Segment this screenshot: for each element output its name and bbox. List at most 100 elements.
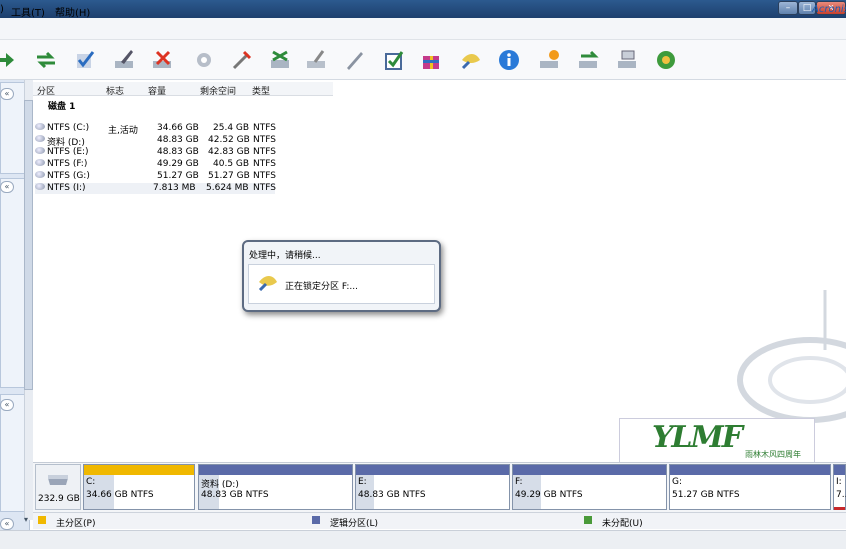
scissors-icon[interactable] xyxy=(268,48,292,72)
partition-capacity: 48.83 GB xyxy=(157,135,199,145)
hard-disk-illustration xyxy=(737,290,846,423)
table-row[interactable]: NTFS (G:) 51.27 GB 51.27 GB NTFS xyxy=(35,171,276,181)
partition-capacity: 34.66 GB xyxy=(157,123,199,133)
pen-icon[interactable] xyxy=(343,48,367,72)
partition-type-bar xyxy=(670,465,830,475)
column-capacity[interactable]: 容量 xyxy=(148,84,166,97)
watermark-subtitle: 雨林木风四周年 xyxy=(745,450,801,459)
check-tool-icon[interactable] xyxy=(73,48,97,72)
gear-plus-icon[interactable] xyxy=(192,48,216,72)
partition-icon xyxy=(35,159,45,166)
partition-type-bar xyxy=(84,465,194,475)
legend-unallocated: 未分配(U) xyxy=(602,519,643,529)
partition-block-g[interactable] xyxy=(669,464,831,510)
checkbox-icon[interactable] xyxy=(382,48,406,72)
partition-size: 51.27 GB NTFS xyxy=(672,490,740,500)
partition-capacity: 49.29 GB xyxy=(157,159,199,169)
legend-logical-swatch xyxy=(312,516,320,524)
partition-name: NTFS (I:) xyxy=(47,183,86,193)
column-flag[interactable]: 标志 xyxy=(106,84,124,97)
legend-logical: 逻辑分区(L) xyxy=(330,519,379,529)
column-free-space[interactable]: 剩余空间 xyxy=(200,84,236,97)
partition-type-bar xyxy=(513,465,666,475)
partition-icon xyxy=(35,135,45,142)
disk-label: 磁盘 1 xyxy=(48,102,76,112)
partition-name: NTFS (C:) xyxy=(47,123,90,133)
partition-size: 34.66 GB NTFS xyxy=(86,490,154,500)
menu-help[interactable]: 帮助(H) xyxy=(55,4,90,19)
info-icon[interactable] xyxy=(497,48,521,72)
stamp-icon[interactable] xyxy=(151,48,175,72)
partition-type-bar xyxy=(199,465,352,475)
partition-block-i[interactable] xyxy=(833,464,846,510)
toolbar xyxy=(0,40,846,80)
chevron-up-icon[interactable]: « xyxy=(0,518,14,530)
list-header xyxy=(33,82,333,96)
broom-icon[interactable] xyxy=(305,48,329,72)
partition-free: 42.83 GB xyxy=(208,147,250,157)
chevron-down-icon[interactable]: ▾ xyxy=(24,515,33,525)
partition-free: 5.624 MB xyxy=(206,183,249,193)
minimize-button[interactable]: – xyxy=(778,1,798,15)
menu-partial: ) xyxy=(0,4,4,15)
partition-type: NTFS xyxy=(253,123,276,133)
hd-new-icon[interactable] xyxy=(538,48,562,72)
hd-copy-icon[interactable] xyxy=(577,48,601,72)
partition-capacity: 7.813 MB xyxy=(153,183,196,193)
menu-bar xyxy=(0,18,846,40)
partition-icon xyxy=(35,183,45,190)
partition-name: NTFS (G:) xyxy=(47,171,90,181)
partition-type: NTFS xyxy=(253,135,276,145)
partition-free: 25.4 GB xyxy=(213,123,250,133)
partition-free: 40.5 GB xyxy=(213,159,250,169)
table-row[interactable]: 资料 (D:) 48.83 GB 42.52 GB NTFS xyxy=(35,135,276,148)
chevron-up-icon[interactable]: « xyxy=(0,399,14,411)
title-bar xyxy=(0,0,846,18)
legend-bar xyxy=(33,512,846,529)
brush-icon[interactable] xyxy=(113,48,137,72)
recycle-icon[interactable] xyxy=(654,48,678,72)
legend-unallocated-swatch xyxy=(584,516,592,524)
partition-name: NTFS (F:) xyxy=(47,159,88,169)
legend-primary-swatch xyxy=(38,516,46,524)
partition-label: G: xyxy=(672,477,683,487)
partition-label: 资料 (D:) xyxy=(201,480,239,490)
partition-capacity: 48.83 GB xyxy=(157,147,199,157)
sync-icon[interactable] xyxy=(34,48,58,72)
magnifier-icon[interactable] xyxy=(459,48,483,72)
partition-size: 48.83 GB NTFS xyxy=(358,490,426,500)
partition-type: NTFS xyxy=(253,159,276,169)
hd-tool-icon[interactable] xyxy=(616,48,640,72)
arrow-icon[interactable] xyxy=(0,48,16,72)
chevron-up-icon[interactable]: « xyxy=(0,88,14,100)
table-row[interactable]: NTFS (I:) 7.813 MB 5.624 MB NTFS xyxy=(35,183,276,194)
gift-icon[interactable] xyxy=(419,48,443,72)
table-row[interactable]: NTFS (E:) 48.83 GB 42.83 GB NTFS xyxy=(35,147,276,157)
disk-size: 232.9 GB xyxy=(38,494,80,504)
partition-name: NTFS (E:) xyxy=(47,147,89,157)
partition-capacity: 51.27 GB xyxy=(157,171,199,181)
watermark-logo-text: YLMF xyxy=(652,420,743,455)
column-type[interactable]: 类型 xyxy=(252,84,270,97)
partition-size: 7.. xyxy=(836,490,846,500)
partition-block-c[interactable] xyxy=(83,464,195,510)
partition-icon xyxy=(35,147,45,154)
dialog-title: 处理中，请稍候... xyxy=(249,251,321,261)
wand-icon[interactable] xyxy=(230,48,254,72)
chevron-up-icon[interactable]: « xyxy=(0,181,14,193)
column-partition[interactable]: 分区 xyxy=(37,84,55,97)
partition-size: 49.29 GB NTFS xyxy=(515,490,583,500)
menu-tools[interactable]: 工具(T) xyxy=(11,4,45,19)
table-row[interactable]: NTFS (C:) 主,活动 34.66 GB 25.4 GB NTFS xyxy=(35,123,276,136)
magnifier-icon xyxy=(258,276,277,291)
partition-block-e[interactable] xyxy=(355,464,510,510)
hard-disk-icon xyxy=(48,475,68,485)
partition-type-bar xyxy=(356,465,509,475)
sidebar-scrollbar-thumb[interactable] xyxy=(24,100,33,390)
table-row[interactable]: NTFS (F:) 49.29 GB 40.5 GB NTFS xyxy=(35,159,276,169)
partition-label: I: xyxy=(836,477,842,487)
partition-block-f[interactable] xyxy=(512,464,667,510)
partition-type: NTFS xyxy=(253,183,276,193)
partition-icon xyxy=(35,171,45,178)
partition-free: 51.27 GB xyxy=(208,171,250,181)
